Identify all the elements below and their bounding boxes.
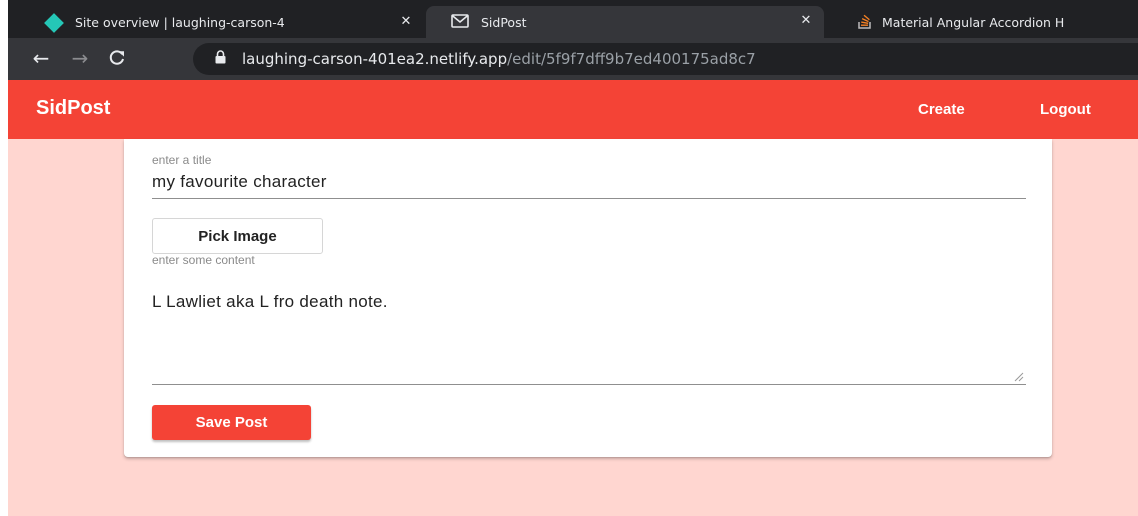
screen: Site overview | laughing-carson-4 ✕ SidP… (0, 0, 1138, 516)
nav-create-link[interactable]: Create (918, 101, 965, 118)
url-path: /edit/5f9f7dff9b7ed400175ad8c7 (507, 50, 756, 68)
tab-title: SidPost (481, 14, 527, 30)
resize-handle-icon[interactable] (1012, 369, 1024, 382)
close-icon[interactable]: ✕ (398, 14, 414, 29)
browser-tab-strip: Site overview | laughing-carson-4 ✕ SidP… (8, 0, 1138, 38)
url-host: laughing-carson-401ea2.netlify.app (242, 50, 508, 68)
save-post-button[interactable]: Save Post (152, 405, 311, 440)
reload-icon[interactable] (104, 44, 130, 72)
tab-sidpost[interactable]: SidPost ✕ (426, 6, 824, 38)
edit-post-card: enter a title my favourite character Pic… (124, 139, 1052, 457)
content-text: L Lawliet aka L fro death note. (152, 292, 388, 311)
netlify-icon (44, 12, 64, 33)
forward-icon[interactable]: → (67, 44, 93, 72)
close-icon[interactable]: ✕ (798, 13, 814, 28)
browser-toolbar: ← → laughing-carson-401ea2.netlify.app /… (8, 38, 1138, 80)
tab-title: Site overview | laughing-carson-4 (75, 15, 285, 30)
content-field-label: enter some content (152, 253, 255, 267)
content-textarea[interactable]: L Lawliet aka L fro death note. (152, 272, 1026, 385)
app-header: SidPost Create Logout (8, 80, 1138, 139)
pick-image-button[interactable]: Pick Image (152, 218, 323, 254)
tab-fade (1074, 7, 1114, 38)
address-bar[interactable]: laughing-carson-401ea2.netlify.app /edit… (193, 43, 1138, 75)
title-input[interactable]: my favourite character (152, 172, 1026, 199)
nav-logout-link[interactable]: Logout (1040, 101, 1091, 118)
app-page: SidPost Create Logout enter a title my f… (8, 80, 1138, 516)
back-icon[interactable]: ← (28, 44, 54, 72)
lock-icon[interactable] (215, 50, 226, 68)
stackoverflow-icon (858, 13, 872, 32)
mail-icon (451, 13, 469, 31)
tab-site-overview[interactable]: Site overview | laughing-carson-4 ✕ (38, 7, 424, 38)
tab-title: Material Angular Accordion H (882, 15, 1065, 30)
brand-logo[interactable]: SidPost (36, 97, 110, 120)
title-field-label: enter a title (152, 153, 212, 167)
tab-material-accordion[interactable]: Material Angular Accordion H (844, 7, 1138, 38)
